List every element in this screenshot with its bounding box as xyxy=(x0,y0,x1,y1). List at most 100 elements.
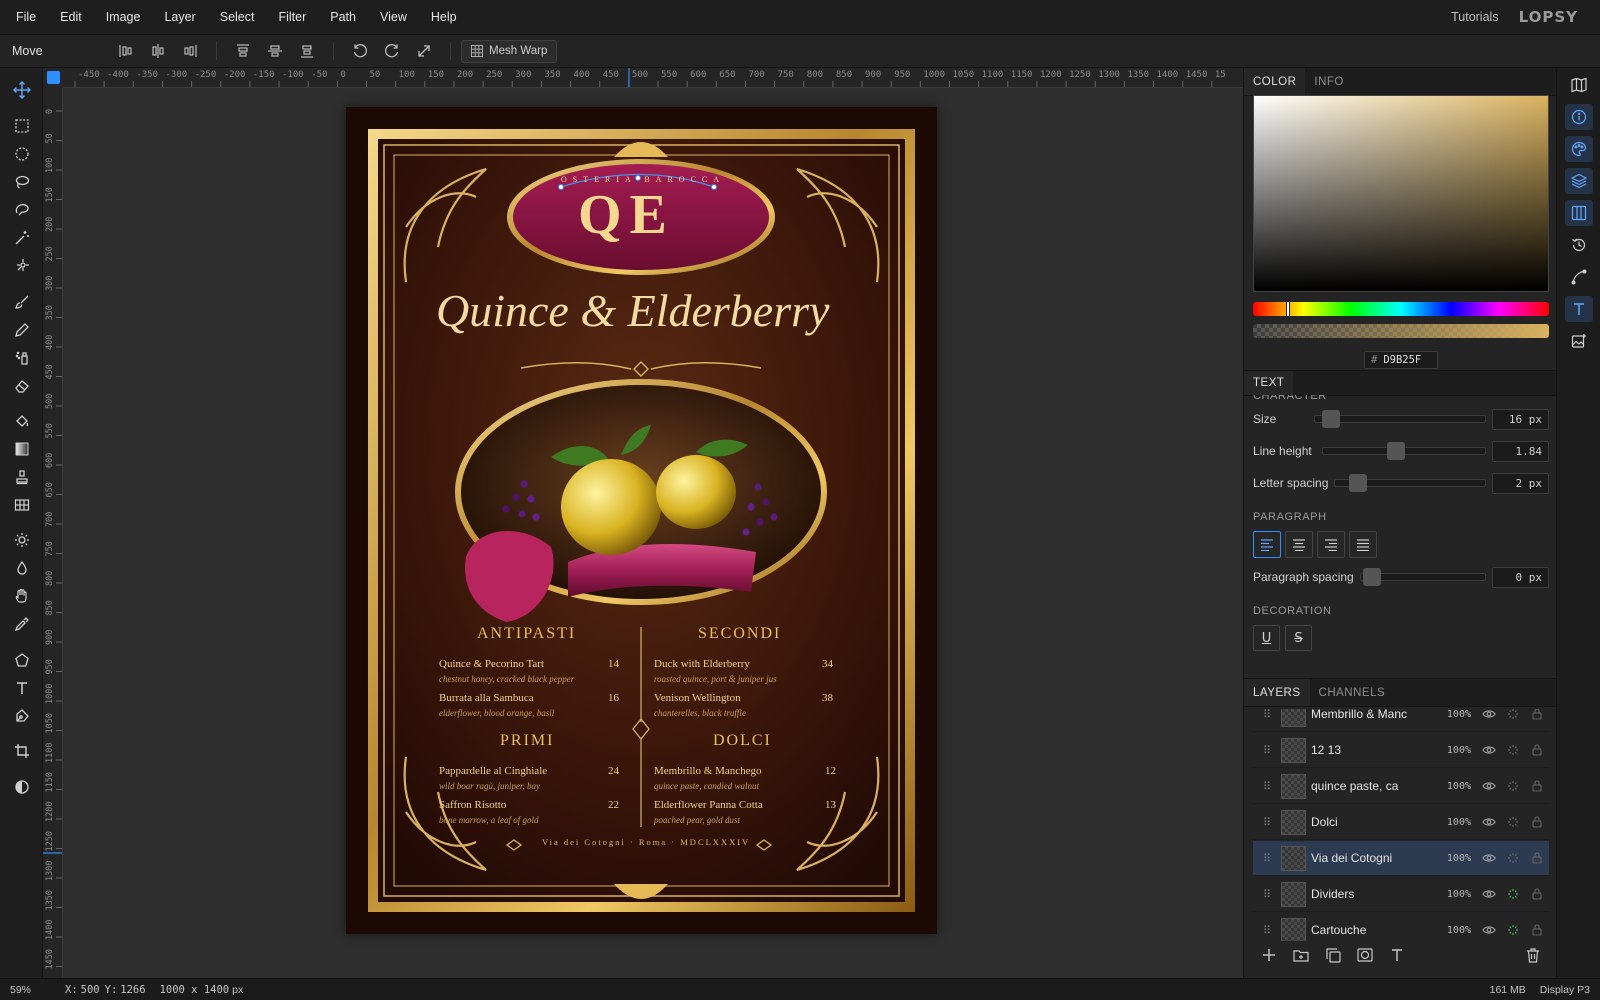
justify-text-button[interactable] xyxy=(1349,531,1377,558)
menu-path[interactable]: Path xyxy=(318,10,368,24)
underline-button[interactable]: U xyxy=(1253,625,1280,651)
eye-icon[interactable] xyxy=(1477,889,1501,899)
add-text-layer-icon[interactable] xyxy=(1381,948,1413,962)
effects-icon[interactable] xyxy=(1501,852,1525,864)
menu-file[interactable]: File xyxy=(0,10,48,24)
paragraph-spacing-slider-knob[interactable] xyxy=(1362,568,1381,586)
info-icon[interactable] xyxy=(1565,104,1593,130)
eye-icon[interactable] xyxy=(1477,853,1501,863)
align-right-icon[interactable] xyxy=(177,38,203,64)
ruler-origin-marker[interactable] xyxy=(47,71,60,84)
layer-name[interactable]: Via dei Cotogni xyxy=(1311,851,1431,865)
align-middle-icon[interactable] xyxy=(262,38,288,64)
layer-row[interactable]: ⠿ quince paste, ca 100% xyxy=(1253,769,1549,804)
layer-name[interactable]: Membrillo & Manc xyxy=(1311,709,1431,721)
menu-filter[interactable]: Filter xyxy=(266,10,318,24)
hand-icon[interactable] xyxy=(8,583,35,608)
eye-icon[interactable] xyxy=(1477,709,1501,719)
expand-icon[interactable] xyxy=(411,38,437,64)
zoom-level[interactable]: 59% xyxy=(0,984,55,996)
lasso-icon[interactable] xyxy=(8,169,35,194)
channels-icon[interactable] xyxy=(1565,200,1593,226)
line-height-slider[interactable] xyxy=(1321,442,1486,460)
layer-opacity[interactable]: 100% xyxy=(1431,709,1471,720)
drag-handle-icon[interactable]: ⠿ xyxy=(1253,816,1281,829)
polygon-icon[interactable] xyxy=(8,647,35,672)
lock-icon[interactable] xyxy=(1525,888,1549,900)
hue-slider[interactable] xyxy=(1253,301,1549,317)
line-height-input[interactable]: 1.84 xyxy=(1492,440,1549,462)
layers-icon[interactable] xyxy=(1565,168,1593,194)
layer-opacity[interactable]: 100% xyxy=(1431,817,1471,828)
crop-icon[interactable] xyxy=(8,738,35,763)
layer-row[interactable]: ⠿ Via dei Cotogni 100% xyxy=(1253,841,1549,876)
rotate-cw-icon[interactable] xyxy=(379,38,405,64)
layer-row[interactable]: ⠿ Dolci 100% xyxy=(1253,805,1549,840)
pen-icon[interactable] xyxy=(8,703,35,728)
lock-icon[interactable] xyxy=(1525,852,1549,864)
pattern-icon[interactable] xyxy=(8,492,35,517)
align-left-icon[interactable] xyxy=(113,38,139,64)
lock-icon[interactable] xyxy=(1525,744,1549,756)
layer-name[interactable]: Cartouche xyxy=(1311,923,1431,937)
history-icon[interactable] xyxy=(1565,232,1593,258)
align-bottom-icon[interactable] xyxy=(294,38,320,64)
menu-view[interactable]: View xyxy=(368,10,419,24)
trash-icon[interactable] xyxy=(1517,947,1549,963)
layer-row[interactable]: ⠿ Cartouche 100% xyxy=(1253,913,1549,941)
lock-icon[interactable] xyxy=(1525,924,1549,936)
size-input[interactable]: 16 px xyxy=(1492,408,1549,430)
spray-icon[interactable] xyxy=(8,345,35,370)
tab-layers[interactable]: LAYERS xyxy=(1244,679,1310,706)
hex-color-input[interactable]: # D9B25F xyxy=(1364,351,1438,369)
drag-handle-icon[interactable]: ⠿ xyxy=(1253,924,1281,937)
eye-icon[interactable] xyxy=(1477,745,1501,755)
align-text-left-button[interactable] xyxy=(1253,531,1281,558)
layer-row[interactable]: ⠿ 12 13 100% xyxy=(1253,733,1549,768)
paint-bucket-icon[interactable] xyxy=(8,408,35,433)
brush-icon[interactable] xyxy=(8,289,35,314)
layer-opacity[interactable]: 100% xyxy=(1431,781,1471,792)
magic-wand-icon[interactable] xyxy=(8,225,35,250)
drag-handle-icon[interactable]: ⠿ xyxy=(1253,888,1281,901)
layer-name[interactable]: Dolci xyxy=(1311,815,1431,829)
line-height-slider-knob[interactable] xyxy=(1386,442,1405,460)
blur-drop-icon[interactable] xyxy=(8,555,35,580)
size-slider[interactable] xyxy=(1314,410,1486,428)
map-icon[interactable] xyxy=(1565,72,1593,98)
quick-select-icon[interactable] xyxy=(8,253,35,278)
align-top-icon[interactable] xyxy=(230,38,256,64)
tab-color[interactable]: COLOR xyxy=(1244,68,1306,95)
layer-name[interactable]: 12 13 xyxy=(1311,743,1431,757)
contrast-icon[interactable] xyxy=(8,774,35,799)
rect-select-icon[interactable] xyxy=(8,113,35,138)
layer-name[interactable]: quince paste, ca xyxy=(1311,779,1431,793)
canvas-area[interactable]: OSTERIA BAROCCA QE Quince & Elderberry A… xyxy=(63,88,1243,978)
hue-slider-knob[interactable] xyxy=(1285,301,1290,317)
effects-icon[interactable] xyxy=(1501,816,1525,828)
drag-handle-icon[interactable]: ⠿ xyxy=(1253,744,1281,757)
menu-select[interactable]: Select xyxy=(208,10,267,24)
new-group-icon[interactable] xyxy=(1285,948,1317,962)
palette-icon[interactable] xyxy=(1565,136,1593,162)
move-tool-icon[interactable] xyxy=(8,77,35,102)
letter-spacing-slider[interactable] xyxy=(1334,474,1486,492)
duplicate-layer-icon[interactable] xyxy=(1317,947,1349,963)
add-image-icon[interactable] xyxy=(1565,328,1593,354)
eye-icon[interactable] xyxy=(1477,925,1501,935)
tab-text[interactable]: TEXT xyxy=(1244,371,1294,395)
text-panel-icon[interactable] xyxy=(1565,296,1593,322)
layer-name[interactable]: Dividers xyxy=(1311,887,1431,901)
add-layer-icon[interactable] xyxy=(1253,948,1285,962)
menu-image[interactable]: Image xyxy=(94,10,153,24)
tutorials-link[interactable]: Tutorials xyxy=(1451,10,1498,24)
pencil-icon[interactable] xyxy=(8,317,35,342)
effects-icon[interactable] xyxy=(1501,744,1525,756)
effects-icon[interactable] xyxy=(1501,888,1525,900)
effects-icon[interactable] xyxy=(1501,780,1525,792)
align-text-right-button[interactable] xyxy=(1317,531,1345,558)
ellipse-select-icon[interactable] xyxy=(8,141,35,166)
drag-handle-icon[interactable]: ⠿ xyxy=(1253,709,1281,721)
menu-help[interactable]: Help xyxy=(419,10,469,24)
dodge-icon[interactable] xyxy=(8,527,35,552)
